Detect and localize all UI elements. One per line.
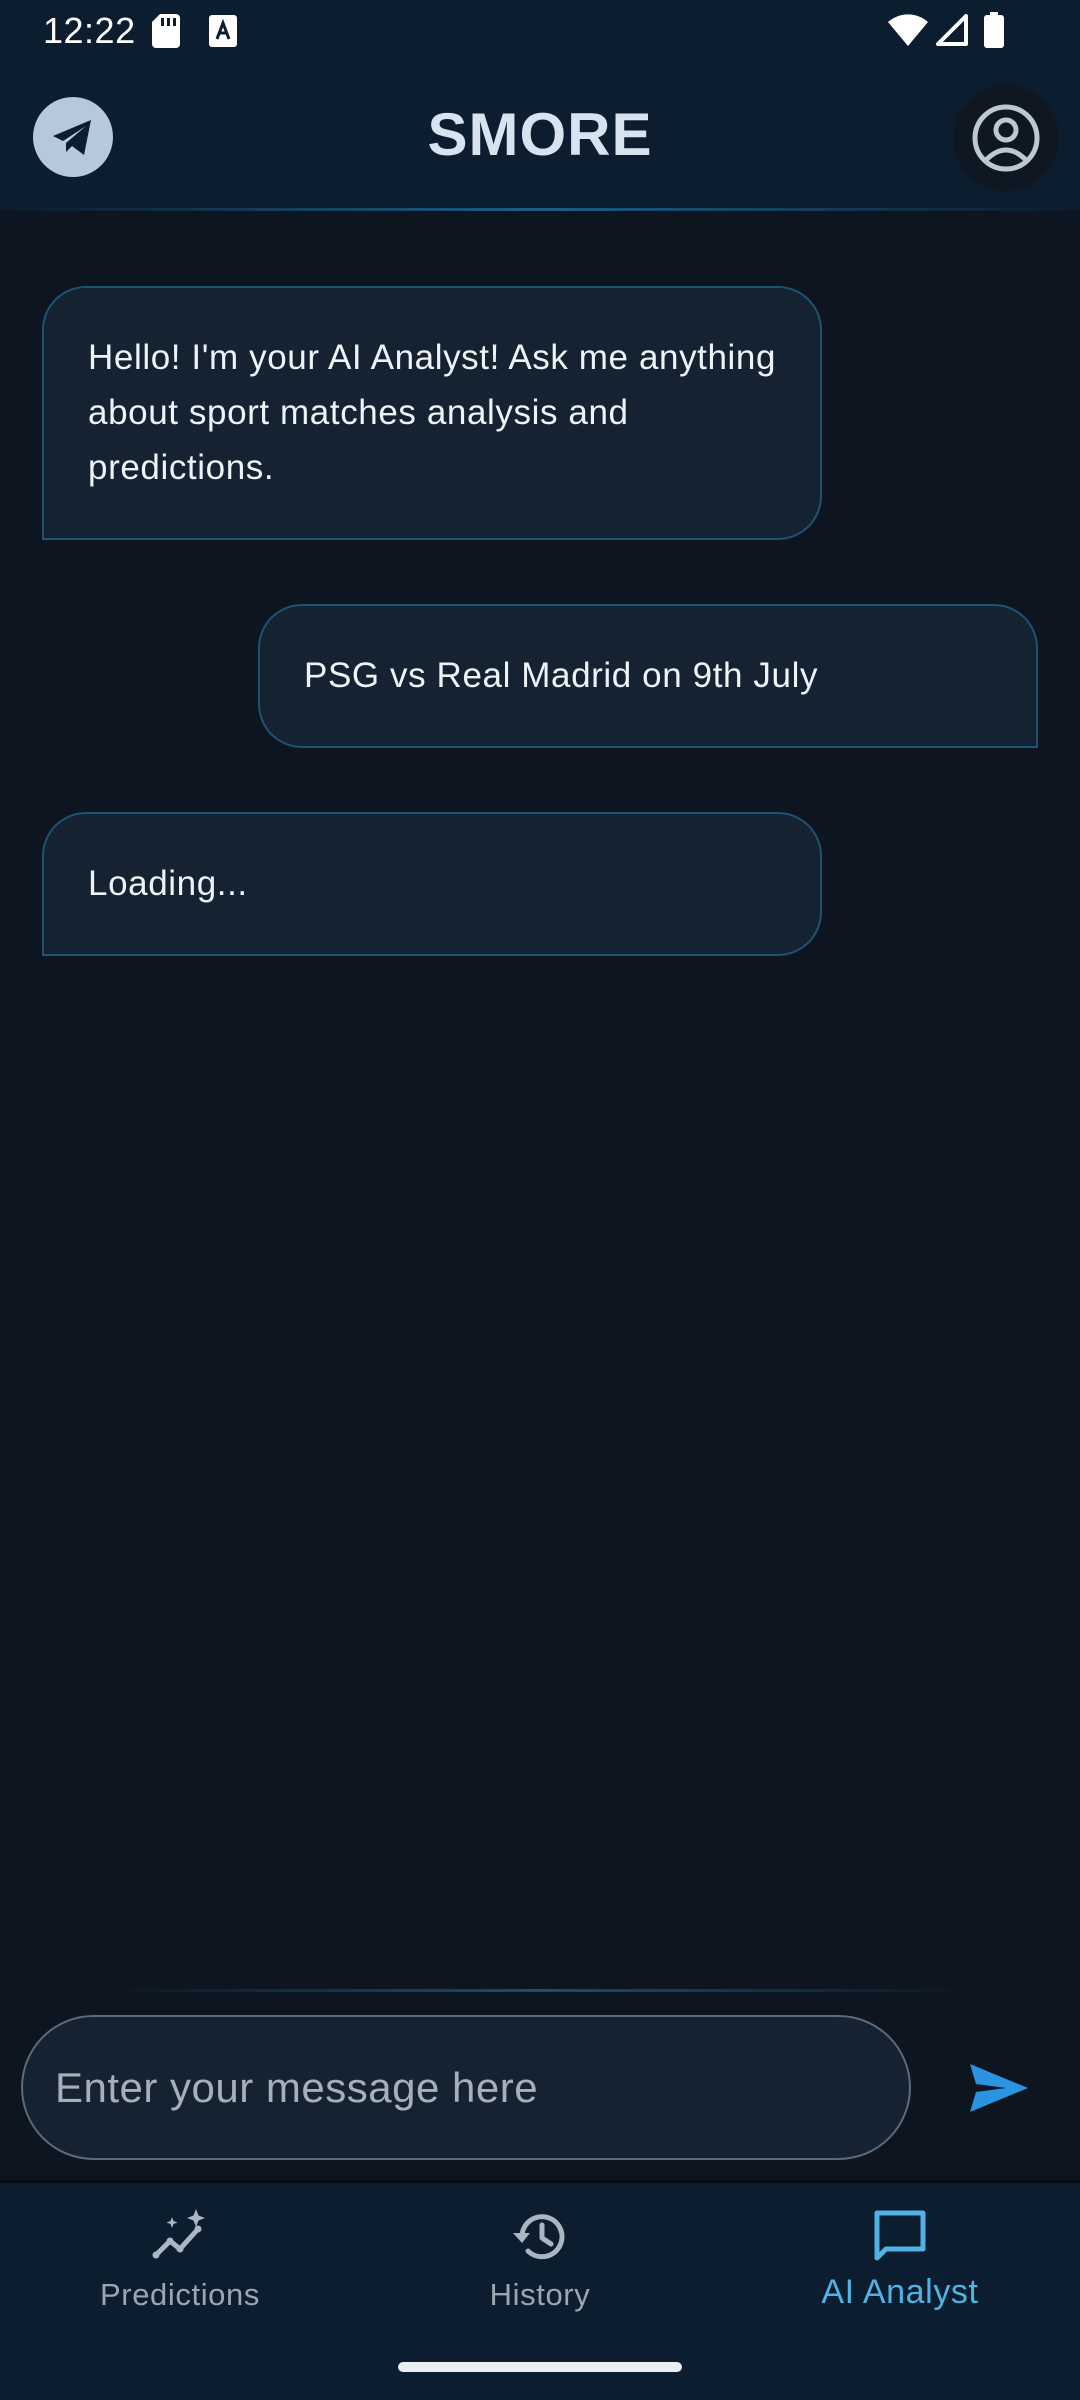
account-circle-icon bbox=[972, 104, 1040, 172]
sd-card-icon bbox=[152, 14, 180, 48]
nav-item-ai-analyst[interactable]: AI Analyst bbox=[750, 2195, 1050, 2325]
bot-message-loading: Loading... bbox=[42, 812, 822, 956]
font-a-icon bbox=[209, 15, 237, 47]
nav-label-predictions: Predictions bbox=[100, 2277, 260, 2312]
profile-button[interactable] bbox=[953, 85, 1059, 191]
chat-icon bbox=[874, 2210, 926, 2261]
nav-label-history: History bbox=[489, 2277, 591, 2312]
nav-label-ai-analyst: AI Analyst bbox=[821, 2273, 979, 2311]
battery-icon bbox=[984, 12, 1004, 48]
send-icon bbox=[970, 2064, 1028, 2112]
home-indicator[interactable] bbox=[398, 2362, 682, 2372]
message-text: Hello! I'm your AI Analyst! Ask me anyth… bbox=[88, 338, 777, 487]
bot-message: Hello! I'm your AI Analyst! Ask me anyth… bbox=[42, 286, 822, 540]
cell-signal-icon bbox=[936, 14, 968, 46]
user-message: PSG vs Real Madrid on 9th July bbox=[258, 604, 1038, 748]
nav-item-predictions[interactable]: Predictions bbox=[30, 2195, 330, 2325]
nav-item-history[interactable]: History bbox=[390, 2195, 690, 2325]
telegram-icon bbox=[53, 120, 91, 155]
history-icon bbox=[513, 2214, 565, 2260]
send-button[interactable] bbox=[950, 2048, 1038, 2128]
wifi-icon bbox=[888, 14, 928, 46]
message-text: PSG vs Real Madrid on 9th July bbox=[304, 656, 819, 695]
status-bar: 12:22 bbox=[0, 0, 1080, 62]
predictions-icon bbox=[152, 2209, 205, 2259]
app-title: SMORE bbox=[427, 101, 653, 168]
telegram-button[interactable] bbox=[33, 97, 113, 177]
message-input[interactable] bbox=[21, 2015, 911, 2160]
status-time: 12:22 bbox=[43, 10, 136, 51]
message-text: Loading... bbox=[88, 864, 248, 903]
composer-divider bbox=[0, 1989, 1080, 1992]
bottom-nav-divider bbox=[0, 2180, 1080, 2183]
